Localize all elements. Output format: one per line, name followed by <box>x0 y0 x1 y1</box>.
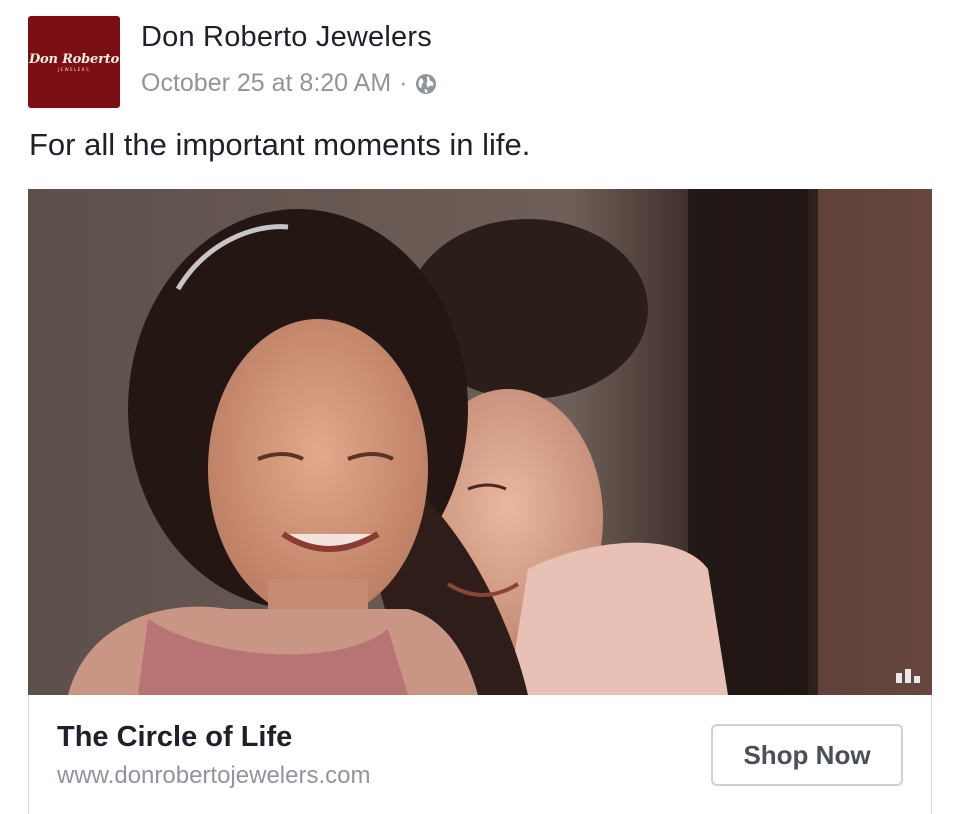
globe-icon[interactable] <box>415 73 437 95</box>
facebook-post: Don Roberto JEWELERS Don Roberto Jeweler… <box>0 0 960 814</box>
video-bars-icon <box>896 669 920 683</box>
shop-now-button[interactable]: Shop Now <box>711 724 903 786</box>
link-url[interactable]: www.donrobertojewelers.com <box>57 762 370 790</box>
video-still-image <box>28 189 932 695</box>
page-name-link[interactable]: Don Roberto Jewelers <box>141 21 432 54</box>
avatar-logo-text: Don Roberto <box>28 51 120 67</box>
post-meta: October 25 at 8:20 AM · <box>141 69 437 98</box>
page-avatar[interactable]: Don Roberto JEWELERS <box>28 16 120 108</box>
post-message: For all the important moments in life. <box>29 127 531 162</box>
video-thumbnail[interactable] <box>28 189 932 695</box>
meta-separator: · <box>399 69 408 97</box>
post-timestamp[interactable]: October 25 at 8:20 AM <box>141 69 391 98</box>
link-preview[interactable]: The Circle of Life www.donrobertojeweler… <box>28 695 932 814</box>
avatar-logo-subtext: JEWELERS <box>57 66 91 72</box>
link-title[interactable]: The Circle of Life <box>57 721 292 754</box>
